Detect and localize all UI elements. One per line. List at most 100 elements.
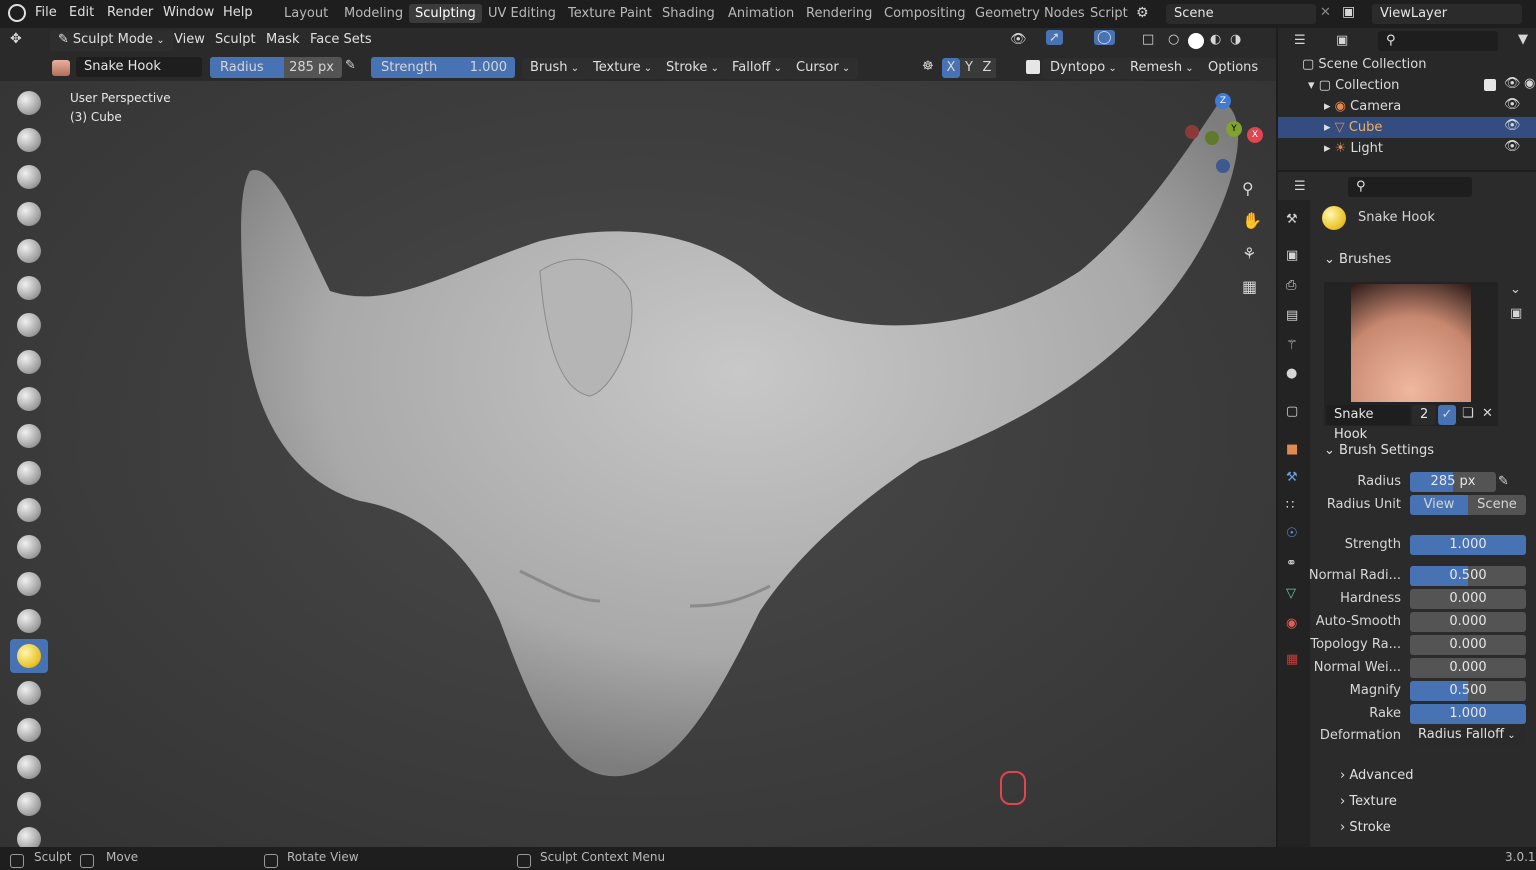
outliner-editor-icon[interactable]: ☰ bbox=[1294, 33, 1306, 48]
duplicate-brush-icon[interactable]: ❏ bbox=[1462, 406, 1474, 421]
tool-fill[interactable] bbox=[10, 493, 48, 527]
cursor-dropdown[interactable]: Cursor bbox=[788, 58, 859, 79]
eye-icon[interactable]: 👁 bbox=[1504, 139, 1521, 154]
tool-pinch[interactable] bbox=[10, 604, 48, 638]
collection-tab-icon[interactable]: ▢ bbox=[1286, 404, 1298, 419]
strength-slider[interactable]: Strength 1.000 bbox=[371, 57, 515, 78]
tool-crease[interactable] bbox=[10, 382, 48, 416]
axis-y-toggle[interactable]: Y bbox=[960, 58, 978, 78]
unlink-brush-icon[interactable]: ✕ bbox=[1482, 406, 1493, 421]
menu-face-sets[interactable]: Face Sets bbox=[310, 30, 372, 50]
3d-viewport[interactable]: User Perspective (3) Cube Z Y X ⚲ ✋ ⚘ ▦ bbox=[0, 81, 1276, 847]
visibility-icon[interactable]: 👁 bbox=[1010, 32, 1027, 47]
outliner-collection[interactable]: ▾ ▢ Collection bbox=[1308, 75, 1399, 96]
mode-selector[interactable]: ✎ Sculpt Mode bbox=[50, 30, 173, 51]
outliner-display-icon[interactable]: ▣ bbox=[1336, 33, 1348, 48]
stroke-subpanel[interactable]: › Stroke bbox=[1340, 820, 1391, 835]
tab-texture-paint[interactable]: Texture Paint bbox=[568, 6, 652, 21]
prop-slider-2[interactable]: 0.000 bbox=[1410, 589, 1526, 609]
menu-view[interactable]: View bbox=[174, 30, 205, 50]
prop-slider-1[interactable]: 0.500 bbox=[1410, 566, 1526, 586]
wireframe-shading-icon[interactable]: ○ bbox=[1168, 32, 1179, 47]
scene-field[interactable]: Scene bbox=[1166, 4, 1316, 24]
tool-tab-icon[interactable]: ⚒ bbox=[1286, 212, 1298, 227]
falloff-dropdown[interactable]: Falloff bbox=[724, 58, 790, 79]
tab-modeling[interactable]: Modeling bbox=[344, 6, 403, 21]
brush-name-field[interactable]: Snake Hook bbox=[1326, 405, 1410, 442]
outliner-item-light[interactable]: ▸ ☀ Light bbox=[1324, 138, 1383, 159]
constraints-tab-icon[interactable]: ⚭ bbox=[1286, 556, 1297, 571]
xray-icon[interactable]: □ bbox=[1142, 32, 1154, 47]
tool-scrape[interactable] bbox=[10, 530, 48, 564]
tab-compositing[interactable]: Compositing bbox=[884, 6, 966, 21]
pressure-radius-icon[interactable]: ✎ bbox=[345, 58, 356, 73]
texture-tab-icon[interactable]: ▦ bbox=[1286, 652, 1298, 667]
tab-rendering[interactable]: Rendering bbox=[806, 6, 872, 21]
outliner-search-input[interactable]: ⚲ bbox=[1378, 31, 1498, 51]
view-layer-tab-icon[interactable]: ▤ bbox=[1286, 308, 1298, 323]
zoom-icon[interactable]: ⚲ bbox=[1242, 179, 1254, 198]
brush-image-icon[interactable]: ▣ bbox=[1510, 306, 1522, 321]
prop-slider-4[interactable]: 0.000 bbox=[1410, 635, 1526, 655]
fake-user-shield-icon[interactable]: ✓ bbox=[1438, 405, 1456, 425]
camera-view-icon[interactable]: ⚘ bbox=[1242, 244, 1256, 263]
physics-tab-icon[interactable]: ☉ bbox=[1286, 526, 1298, 541]
gizmo-neg-z[interactable] bbox=[1216, 159, 1230, 173]
ortho-grid-icon[interactable]: ▦ bbox=[1242, 277, 1257, 296]
navigation-gizmo[interactable]: Z Y X bbox=[1180, 91, 1263, 173]
filter-icon[interactable]: ▼ bbox=[1518, 32, 1528, 47]
prop-slider-0[interactable]: 1.000 bbox=[1410, 535, 1526, 555]
tool-draw[interactable] bbox=[10, 86, 48, 120]
prop-slider-7[interactable]: 1.000 bbox=[1410, 704, 1526, 724]
particles-tab-icon[interactable]: ∷ bbox=[1286, 498, 1294, 513]
brush-dropdown[interactable]: Brush bbox=[522, 58, 588, 79]
eye-icon[interactable]: 👁 bbox=[1504, 97, 1521, 112]
prop-slider-6[interactable]: 0.500 bbox=[1410, 681, 1526, 701]
stroke-dropdown[interactable]: Stroke bbox=[658, 58, 727, 79]
tool-draw-sharp[interactable] bbox=[10, 123, 48, 157]
outliner-scene-collection[interactable]: ▢ Scene Collection bbox=[1302, 54, 1427, 75]
editor-type-icon[interactable]: ✥ bbox=[10, 31, 22, 47]
brush-preview-image[interactable] bbox=[1351, 284, 1471, 402]
menu-file[interactable]: File bbox=[35, 5, 57, 20]
viewlayer-field[interactable]: ViewLayer bbox=[1372, 4, 1522, 24]
menu-mask[interactable]: Mask bbox=[266, 30, 299, 50]
dyntopo-dropdown[interactable]: Dyntopo bbox=[1042, 58, 1125, 79]
radius-unit-scene-button[interactable]: Scene bbox=[1468, 495, 1526, 515]
tab-uv-editing[interactable]: UV Editing bbox=[488, 6, 556, 21]
overlay-toggle-icon[interactable]: ◯ bbox=[1094, 30, 1115, 45]
tool-grab[interactable] bbox=[10, 676, 48, 710]
render-camera-icon[interactable]: ◉ bbox=[1524, 76, 1535, 91]
texture-dropdown[interactable]: Texture bbox=[585, 58, 661, 79]
tool-elastic-deform[interactable] bbox=[10, 713, 48, 747]
close-scene-icon[interactable]: ✕ bbox=[1320, 5, 1331, 20]
tab-geometry-nodes[interactable]: Geometry Nodes bbox=[975, 6, 1085, 21]
texture-subpanel[interactable]: › Texture bbox=[1340, 794, 1397, 809]
solid-shading-icon[interactable] bbox=[1188, 33, 1204, 49]
tool-clay[interactable] bbox=[10, 160, 48, 194]
data-tab-icon[interactable]: ▽ bbox=[1286, 586, 1296, 601]
gizmo-x-axis[interactable]: X bbox=[1247, 127, 1263, 143]
tab-layout[interactable]: Layout bbox=[284, 6, 328, 21]
output-tab-icon[interactable]: ⎙ bbox=[1286, 278, 1296, 293]
brush-settings-panel-header[interactable]: ⌄ Brush Settings bbox=[1324, 443, 1434, 458]
axis-x-toggle[interactable]: X bbox=[942, 58, 960, 78]
remesh-dropdown[interactable]: Remesh bbox=[1122, 58, 1202, 79]
rendered-shading-icon[interactable]: ◑ bbox=[1230, 32, 1241, 47]
brushes-panel-header[interactable]: ⌄ Brushes bbox=[1324, 252, 1391, 267]
radius-prop-field[interactable]: 285 px bbox=[1410, 472, 1496, 492]
properties-editor-icon[interactable]: ☰ bbox=[1294, 179, 1306, 194]
menu-sculpt[interactable]: Sculpt bbox=[215, 30, 256, 50]
eye-icon[interactable]: 👁 bbox=[1504, 118, 1521, 133]
symmetry-icon[interactable]: ☸ bbox=[922, 59, 934, 74]
tool-blob[interactable] bbox=[10, 345, 48, 379]
properties-search-input[interactable]: ⚲ bbox=[1348, 177, 1472, 197]
scene-icon[interactable]: ⚙ bbox=[1136, 5, 1149, 21]
object-tab-icon[interactable]: ■ bbox=[1286, 442, 1298, 457]
axis-z-toggle[interactable]: Z bbox=[978, 58, 996, 78]
deformation-dropdown[interactable]: Radius Falloff bbox=[1410, 725, 1526, 746]
gizmo-y-axis[interactable]: Y bbox=[1226, 121, 1242, 137]
tab-shading[interactable]: Shading bbox=[662, 6, 715, 21]
pan-hand-icon[interactable]: ✋ bbox=[1242, 211, 1262, 230]
tool-smooth[interactable] bbox=[10, 419, 48, 453]
